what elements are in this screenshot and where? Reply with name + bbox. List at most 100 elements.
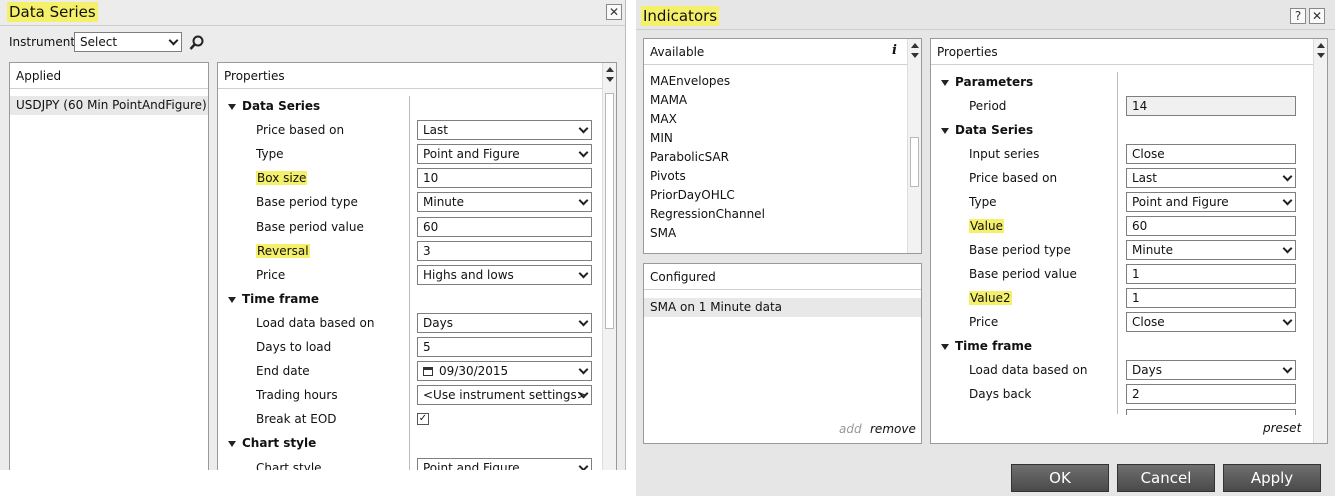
property-input[interactable]: 1	[1126, 288, 1296, 308]
apply-button[interactable]: Apply	[1223, 464, 1321, 492]
search-icon[interactable]	[189, 35, 204, 50]
category-label: Data Series	[242, 99, 321, 113]
property-select[interactable]: Last	[1126, 168, 1296, 188]
property-label: Price	[256, 266, 285, 285]
available-list-item[interactable]: MAMA	[650, 91, 687, 110]
property-label-text: Period	[969, 99, 1007, 113]
property-select[interactable]: Days	[1126, 360, 1296, 380]
available-list-item[interactable]: Pivots	[650, 167, 686, 186]
property-value: Close	[1132, 315, 1165, 329]
property-input[interactable]	[1126, 409, 1296, 415]
property-label: Type	[256, 145, 284, 164]
property-label-text: Trading hours	[256, 388, 338, 403]
property-label: Period	[969, 97, 1006, 116]
applied-header: Applied	[10, 63, 208, 89]
cancel-button[interactable]: Cancel	[1117, 464, 1215, 492]
property-value: Days	[1132, 363, 1162, 377]
property-label: Type	[969, 193, 997, 212]
collapse-icon[interactable]	[941, 344, 949, 350]
property-label-text: Days to load	[256, 340, 332, 354]
break-at-eod-checkbox[interactable]: ✓	[417, 413, 429, 426]
property-input[interactable]: 09/30/2015	[417, 361, 592, 382]
chevron-down-icon	[578, 195, 589, 206]
collapse-icon[interactable]	[228, 104, 236, 110]
ok-button[interactable]: OK	[1011, 464, 1109, 492]
property-select[interactable]: Minute	[417, 192, 592, 213]
configured-item[interactable]: SMA on 1 Minute data	[644, 298, 921, 317]
calendar-icon[interactable]	[423, 367, 433, 377]
scroll-down-icon[interactable]	[606, 77, 614, 82]
property-select[interactable]: Days	[417, 312, 592, 333]
chevron-down-icon	[578, 268, 589, 279]
property-value: 5	[423, 340, 431, 354]
property-label: Value2	[969, 289, 1012, 308]
property-select[interactable]: Highs and lows	[417, 264, 592, 285]
scroll-thumb[interactable]	[910, 137, 919, 187]
property-select[interactable]: Last	[417, 120, 592, 141]
collapse-icon[interactable]	[941, 128, 949, 134]
ind-scrollbar[interactable]	[1313, 39, 1327, 443]
property-label: Days back	[969, 385, 1031, 404]
chevron-down-icon	[578, 316, 589, 327]
collapse-icon[interactable]	[228, 296, 236, 303]
property-label: Box size	[256, 169, 308, 188]
column-divider	[409, 96, 410, 470]
scroll-down-icon[interactable]	[911, 53, 919, 58]
data-series-window: Data Series ✕ Instrument Select Applied …	[0, 0, 626, 470]
property-select[interactable]: Close	[1126, 312, 1296, 332]
close-icon[interactable]: ✕	[606, 4, 622, 20]
available-list-item[interactable]: RegressionChannel	[650, 205, 765, 224]
property-input[interactable]: 10	[417, 168, 592, 189]
property-input[interactable]: 60	[417, 216, 592, 237]
scroll-up-icon[interactable]	[911, 43, 919, 48]
available-list-item[interactable]: MAX	[650, 110, 677, 129]
property-select[interactable]: Point and Figure	[417, 457, 592, 470]
scroll-thumb[interactable]	[605, 93, 614, 329]
preset-link[interactable]: preset	[1263, 419, 1301, 438]
property-input[interactable]: 2	[1126, 384, 1296, 404]
indicators-window: Indicators ? ✕ Available i MAEnvelopes MA…	[636, 0, 1335, 496]
help-icon[interactable]: ?	[1290, 8, 1306, 24]
category-label: Time frame	[955, 339, 1032, 353]
ds-properties-panel: Properties Data Series Price based on Last…	[217, 62, 617, 470]
property-input[interactable]: Close	[1126, 144, 1296, 164]
ds-scrollbar[interactable]	[602, 63, 616, 470]
collapse-icon[interactable]	[228, 441, 236, 448]
available-list-item[interactable]: ParabolicSAR	[650, 148, 729, 167]
instrument-select[interactable]: Select	[74, 32, 182, 52]
property-input[interactable]: 1	[1126, 264, 1296, 284]
applied-item[interactable]: USDJPY (60 Min PointAndFigure)	[10, 96, 208, 115]
property-label-text: Load data based on	[256, 315, 375, 330]
property-select[interactable]: Point and Figure	[417, 144, 592, 165]
property-input[interactable]: 3	[417, 240, 592, 261]
scroll-up-icon[interactable]	[1317, 43, 1325, 48]
scroll-up-icon[interactable]	[606, 67, 614, 72]
available-list-item[interactable]: MAEnvelopes	[650, 72, 730, 91]
available-scrollbar[interactable]	[907, 39, 921, 253]
available-list-item[interactable]: MIN	[650, 129, 673, 148]
property-input[interactable]: 5	[417, 337, 592, 357]
property-select[interactable]: <Use instrument settings>	[417, 385, 592, 406]
remove-link[interactable]: remove	[870, 420, 916, 439]
property-select[interactable]: Point and Figure	[1126, 192, 1296, 212]
scroll-down-icon[interactable]	[1317, 53, 1325, 58]
property-value: 10	[423, 171, 439, 186]
property-input[interactable]: 14	[1126, 96, 1296, 116]
property-value: Highs and lows	[423, 267, 514, 282]
available-list-item[interactable]: PriorDayOHLC	[650, 186, 735, 205]
property-label: Price	[969, 313, 998, 332]
property-value: Last	[1132, 171, 1157, 185]
property-input[interactable]: 60	[1126, 216, 1296, 236]
available-list-item[interactable]: SMA	[650, 224, 676, 243]
property-label-text: Reversal	[256, 243, 310, 258]
add-link[interactable]: add	[839, 420, 862, 439]
property-label-text: End date	[256, 364, 310, 379]
indicators-titlebar: Indicators ? ✕	[636, 0, 1335, 30]
category-label: Time frame	[242, 291, 319, 306]
close-icon[interactable]: ✕	[1309, 8, 1325, 24]
property-select[interactable]: Minute	[1126, 240, 1296, 260]
category-label: Parameters	[955, 75, 1034, 89]
property-label-text: Type	[256, 147, 284, 162]
collapse-icon[interactable]	[941, 80, 949, 86]
info-icon[interactable]: i	[892, 43, 897, 58]
